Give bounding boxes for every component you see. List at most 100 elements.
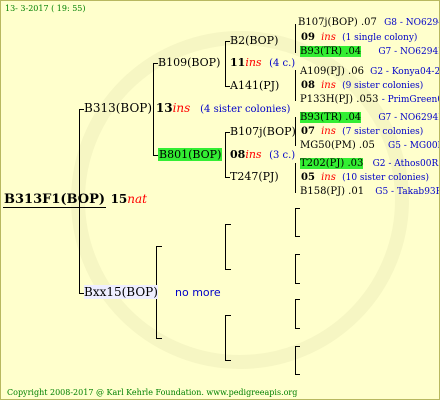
connector [225,269,231,270]
gen4-stats: 07 ins (7 sister colonies) [301,127,423,137]
gen4-value: .05 [358,140,375,151]
gen4-info: G5 - MG00R [388,141,440,151]
gen4-type: ins [321,32,336,43]
gen4-info: G7 - NO6294R [378,47,440,57]
gen4-info: G2 - Athos00R [372,159,439,169]
connector [225,41,226,87]
gen2-count: 08 [230,148,246,161]
gen4-bottom-entry[interactable]: P133H(PJ) .053 - PrimGreen00 [300,94,439,105]
gen3-node-3[interactable]: B107j(BOP) [230,126,296,137]
gen4-id: A109(PJ) [300,66,345,77]
root-queen[interactable]: B313F1(BOP) 15nat [3,192,147,208]
gen3-node-1[interactable]: B2(BOP) [230,35,278,46]
gen4-value: .06 [348,66,364,77]
connector [225,224,231,225]
connector [295,374,300,375]
dam-note: no more [175,286,221,299]
gen4-bottom-entry[interactable]: B158(PJ) .01 G5 - Takab93R [300,186,440,197]
gen4-value: .01 [348,186,365,197]
connector [295,283,300,284]
gen2-node-1[interactable]: B109(BOP) [158,57,220,68]
footer-copyright: Copyright 2008-2017 @ Karl Kehrle Founda… [7,388,298,397]
connector [295,163,296,193]
gen4-note: (9 sister colonies) [342,81,424,91]
gen4-info: G5 - Takab93R [375,187,440,197]
gen4-id: MG50(PM) [300,140,356,151]
gen2-id: B801(BOP) [158,148,223,161]
gen3-node-2[interactable]: A141(PJ) [230,80,279,91]
gen4-note: (7 sister colonies) [342,127,424,137]
gen2-id: B109(BOP) [158,56,221,69]
gen4-stats: 05 ins (10 sister colonies) [301,173,429,183]
connector [225,360,231,361]
gen4-type: ins [321,172,336,183]
connector [295,236,300,237]
gen4-top-entry[interactable]: B107j(BOP) .07 G8 - NO6294R [298,17,439,28]
header-date: 13- 3-2017 ( 19: 55) [5,4,86,13]
gen4-value: .07 [361,17,377,28]
gen4-id-highlighted: B93(TR) .04 [300,46,362,57]
connector [295,24,296,53]
gen4-id: B107j(BOP) [298,17,358,28]
gen4-value: .053 [356,94,379,105]
connector [295,299,300,300]
gen4-top-entry[interactable]: A109(PJ) .06 G2 - Konya04-2 [300,66,440,77]
gen4-type: ins [321,126,336,137]
gen4-count: 05 [301,172,315,183]
connector [295,346,300,347]
connector [225,132,226,178]
gen4-id: P133H(PJ) [300,94,354,105]
gen4-note: (1 single colony) [342,33,418,43]
gen4-info: - PrimGreen00 [381,95,439,105]
root-id: B313F1(BOP) [3,192,107,208]
sire-type: ins [172,101,191,115]
gen2-note: (3 c.) [269,150,296,161]
gen4-info: G7 - NO6294R [378,113,440,123]
gen2-type: ins [245,148,262,161]
connector [156,338,162,339]
gen4-id-highlighted: T202(PJ) .03 [300,158,364,169]
connector [225,224,226,270]
sire-id: B313(BOP) [84,101,153,115]
connector [295,208,300,209]
gen4-id-highlighted: B93(TR) .04 [300,112,362,123]
connector [295,346,296,375]
gen4-bottom-entry[interactable]: B93(TR) .04 G7 - NO6294R [300,46,440,57]
gen4-id: B158(PJ) [300,186,345,197]
sire-note: (4 sister colonies) [200,104,291,115]
pedigree-page: 13- 3-2017 ( 19: 55) Copyright 2008-2017… [0,0,440,400]
gen4-bottom-entry[interactable]: MG50(PM) .05 G5 - MG00R [300,140,440,151]
gen2-note: (4 c.) [269,58,296,69]
dam-node[interactable]: Bxx15(BOP) [84,285,158,299]
connector [225,315,231,316]
root-type: nat [127,192,147,206]
gen4-count: 09 [301,32,315,43]
gen4-info: G2 - Konya04-2 [370,67,440,77]
gen4-count: 07 [301,126,315,137]
gen4-stats: 09 ins (1 single colony) [301,33,417,43]
gen4-note: (10 sister colonies) [342,173,430,183]
gen4-top-entry[interactable]: B93(TR) .04 G7 - NO6294R [300,112,440,123]
gen2-count: 11 [230,56,246,69]
gen4-count: 08 [301,80,315,91]
dam-id: Bxx15(BOP) [84,285,158,299]
gen3-node-4[interactable]: T247(PJ) [230,171,279,182]
connector [295,208,296,237]
root-count: 15 [110,192,128,206]
connector [156,246,162,247]
connector [295,254,300,255]
sire-node[interactable]: B313(BOP) 13ins (4 sister colonies) [84,102,290,115]
connector [225,315,226,361]
connector [295,328,300,329]
gen4-type: ins [321,80,336,91]
gen2-node-2[interactable]: B801(BOP) [158,148,223,161]
connector [295,299,296,329]
gen4-info: G8 - NO6294R [384,18,439,28]
connector [295,70,296,101]
gen4-stats: 08 ins (9 sister colonies) [301,81,423,91]
gen2-stats-1: 11ins (4 c.) [230,57,295,69]
connector [295,254,296,284]
sire-count: 13 [155,101,173,115]
gen4-top-entry[interactable]: T202(PJ) .03 G2 - Athos00R [300,158,439,169]
gen2-stats-2: 08ins (3 c.) [230,149,295,161]
